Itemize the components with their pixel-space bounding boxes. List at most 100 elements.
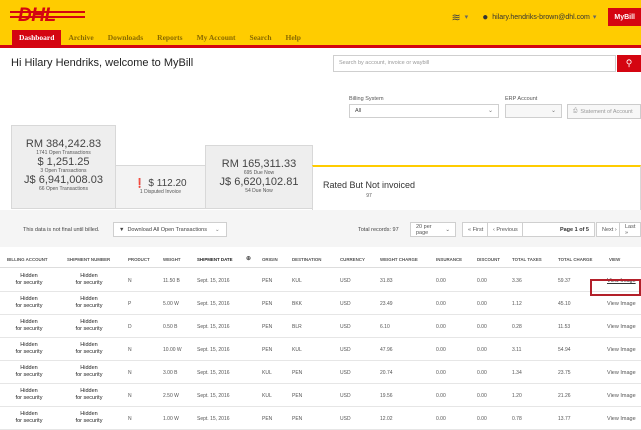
nav-archive[interactable]: Archive: [61, 30, 100, 45]
view-image-link[interactable]: View Image: [607, 416, 636, 422]
taxes-cell: 1.12: [512, 301, 522, 307]
view-image-link[interactable]: View Image: [607, 347, 636, 353]
rated-not-invoiced-card[interactable]: Rated But Not invoiced 97: [312, 165, 641, 210]
table-row: Hidden for security Hidden for security N 10.…: [0, 339, 641, 361]
col-weight[interactable]: WEIGHT: [163, 257, 181, 262]
total-cell: 45.10: [558, 301, 571, 307]
hidden-sublabel: for security: [75, 303, 103, 309]
ins-cell: 0.00: [436, 393, 446, 399]
view-image-highlight: [590, 279, 641, 296]
ins-cell: 0.00: [436, 416, 446, 422]
mybill-button[interactable]: MyBill: [608, 8, 641, 26]
billing-system-label: Billing System: [349, 96, 384, 102]
open-transactions-card[interactable]: RM 384,242.83 1741 Open Transactions $ 1…: [11, 125, 116, 209]
user-icon: ●: [482, 11, 489, 23]
weight-cell: 3.00 B: [163, 370, 178, 376]
hidden-sublabel: for security: [15, 280, 43, 286]
nav-help[interactable]: Help: [279, 30, 308, 45]
statement-of-account-button[interactable]: ⎙ Statement of Account: [567, 104, 641, 119]
col-discount[interactable]: DISCOUNT: [477, 257, 500, 262]
hidden-sublabel: for security: [15, 418, 43, 424]
user-email[interactable]: hilary.hendriks-brown@dhl.com: [492, 14, 590, 21]
currency-cell: USD: [340, 370, 351, 376]
nav-my-account[interactable]: My Account: [190, 30, 243, 45]
billing-account-cell: Hidden for security: [7, 365, 51, 379]
hidden-label: Hidden: [20, 411, 38, 417]
hidden-label: Hidden: [20, 365, 38, 371]
shipment-number-cell: Hidden for security: [67, 365, 111, 379]
hidden-sublabel: for security: [75, 418, 103, 424]
ins-cell: 0.00: [436, 301, 446, 307]
col-weight-charge[interactable]: WEIGHT CHARGE: [380, 257, 418, 262]
ins-cell: 0.00: [436, 347, 446, 353]
nav-search[interactable]: Search: [243, 30, 279, 45]
col-origin[interactable]: ORIGIN: [262, 257, 278, 262]
last-page-button[interactable]: Last »: [619, 222, 641, 237]
due-now-card[interactable]: RM 165,311.33 695 Due Now J$ 6,620,102.8…: [205, 145, 313, 209]
product-cell: N: [128, 347, 132, 353]
user-menu-chevron-icon[interactable]: ▾: [593, 13, 597, 21]
wcharge-cell: 20.74: [380, 370, 393, 376]
disc-cell: 0.00: [477, 301, 487, 307]
hidden-label: Hidden: [20, 273, 38, 279]
search-button[interactable]: ⚲: [617, 55, 641, 72]
open-amount-usd: $ 1,251.25: [37, 156, 90, 168]
first-page-button[interactable]: « First: [462, 222, 490, 237]
view-image-link[interactable]: View Image: [607, 393, 636, 399]
table-row: Hidden for security Hidden for security P 5.0…: [0, 293, 641, 315]
signal-icon[interactable]: ≋: [451, 11, 460, 24]
billing-system-select[interactable]: All ⌄: [349, 104, 499, 118]
dhl-logo[interactable]: DHL: [10, 5, 85, 27]
date-cell: Sept. 15, 2016: [197, 370, 230, 376]
wcharge-cell: 19.56: [380, 393, 393, 399]
view-image-link[interactable]: View Image: [607, 301, 636, 307]
disc-cell: 0.00: [477, 370, 487, 376]
dest-cell: PEN: [292, 393, 303, 399]
product-cell: N: [128, 416, 132, 422]
download-open-transactions-button[interactable]: ▼ Download All Open Transactions ⌄: [113, 222, 227, 237]
product-cell: D: [128, 324, 132, 330]
wcharge-cell: 6.10: [380, 324, 390, 330]
col-shipment-number[interactable]: SHIPMENT NUMBER: [67, 257, 110, 262]
open-caption-jmd: 66 Open Transactions: [39, 186, 88, 192]
erp-account-select[interactable]: ⌄: [505, 104, 562, 118]
currency-cell: USD: [340, 301, 351, 307]
view-image-link[interactable]: View Image: [607, 370, 636, 376]
main-nav: Dashboard Archive Downloads Reports My A…: [12, 30, 308, 45]
col-total-charge[interactable]: TOTAL CHARGE: [558, 257, 592, 262]
taxes-cell: 3.11: [512, 347, 522, 353]
col-destination[interactable]: DESTINATION: [292, 257, 321, 262]
view-image-link[interactable]: View Image: [607, 324, 636, 330]
nav-reports[interactable]: Reports: [150, 30, 189, 45]
col-insurance[interactable]: INSURANCE: [436, 257, 462, 262]
col-product[interactable]: PRODUCT: [128, 257, 150, 262]
nav-dashboard[interactable]: Dashboard: [12, 30, 62, 45]
origin-cell: PEN: [262, 301, 273, 307]
col-shipment-date[interactable]: SHIPMENT DATE: [197, 257, 233, 262]
col-billing-account[interactable]: BILLING ACCOUNT: [7, 257, 48, 262]
disputed-card[interactable]: ❗ $ 112.20 1 Disputed Invoice: [115, 165, 206, 209]
billing-account-cell: Hidden for security: [7, 388, 51, 402]
dest-cell: PEN: [292, 416, 303, 422]
download-icon: ▼: [119, 226, 125, 233]
per-page-value: 20 per page: [416, 223, 432, 236]
date-cell: Sept. 15, 2016: [197, 278, 230, 284]
billing-account-cell: Hidden for security: [7, 273, 51, 287]
per-page-select[interactable]: 20 per page ⌄: [410, 222, 456, 237]
download-label: Download All Open Transactions: [127, 226, 207, 233]
currency-cell: USD: [340, 278, 351, 284]
taxes-cell: 1.20: [512, 393, 522, 399]
nav-downloads[interactable]: Downloads: [101, 30, 150, 45]
previous-page-button[interactable]: ‹ Previous: [487, 222, 524, 237]
col-currency[interactable]: CURRENCY: [340, 257, 365, 262]
col-total-taxes[interactable]: TOTAL TAXES: [512, 257, 542, 262]
total-cell: 23.75: [558, 370, 571, 376]
hidden-label: Hidden: [80, 342, 98, 348]
page-indicator[interactable]: Page 1 of 5: [522, 222, 595, 237]
origin-cell: PEN: [262, 416, 273, 422]
chevron-down-icon[interactable]: ▾: [465, 13, 469, 21]
table-row: Hidden for security Hidden for security N 11.…: [0, 270, 641, 292]
search-input[interactable]: Search by account, invoice or waybill: [333, 55, 616, 72]
sort-icon[interactable]: ⊕: [246, 255, 251, 262]
info-icon: ❗: [134, 178, 146, 188]
